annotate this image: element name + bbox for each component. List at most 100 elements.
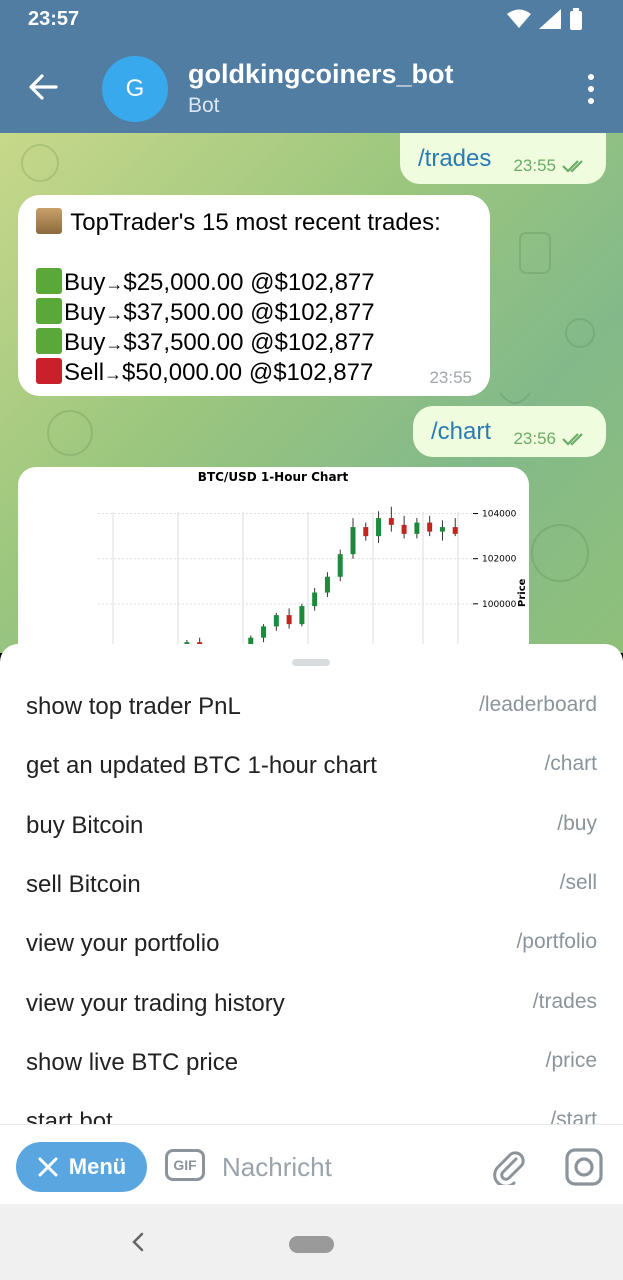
y-tick-label: 104000 <box>482 510 517 520</box>
command-item[interactable]: view your trading history /trades <box>0 976 623 1035</box>
command-description: view your portfolio <box>26 930 220 957</box>
trade-row: Buy→$37,500.00 @$102,877 <box>36 328 375 357</box>
trade-arrow: → <box>105 334 124 354</box>
chat-area[interactable]: /trades 23:55 TopTrader's 15 most recent… <box>0 133 623 653</box>
candlestick-chart: BTC/USD 1-Hour Chart 9800010000010200010… <box>98 470 528 653</box>
avatar-letter: G <box>125 75 145 102</box>
command-item[interactable]: view your portfolio /portfolio <box>0 916 623 975</box>
trade-amount: $37,500.00 <box>123 299 244 326</box>
double-check-icon <box>562 433 583 446</box>
trade-row: Sell→$50,000.00 @$102,877 <box>36 358 373 387</box>
wifi-icon <box>507 9 531 28</box>
command-name: /price <box>545 1049 597 1072</box>
home-pill[interactable] <box>289 1236 334 1253</box>
trade-price: @$102,877 <box>250 299 375 326</box>
command-name: /portfolio <box>516 930 597 953</box>
status-bar: 23:57 <box>0 0 623 38</box>
bot-commands-sheet[interactable]: show top trader PnL /leaderboard get an … <box>0 644 623 1124</box>
candle-body <box>427 522 433 532</box>
message-time: 23:56 <box>513 429 556 448</box>
command-item[interactable]: show top trader PnL /leaderboard <box>0 679 623 738</box>
chart-candles <box>122 506 458 653</box>
chat-subtitle: Bot <box>188 94 220 117</box>
trade-price: @$102,877 <box>250 329 375 356</box>
close-icon <box>38 1157 58 1177</box>
candle-body <box>363 527 369 537</box>
candle-body <box>350 527 356 555</box>
trade-amount: $50,000.00 <box>122 359 243 386</box>
message-text: /trades <box>418 145 492 172</box>
command-item[interactable]: sell Bitcoin /sell <box>0 857 623 916</box>
message-input-bar: Menü GIF <box>0 1124 623 1204</box>
candle-body <box>261 626 267 638</box>
double-check-icon <box>562 160 583 173</box>
candle-body <box>286 615 292 625</box>
chart-ylabel: Price <box>517 578 528 607</box>
trade-price: @$102,877 <box>248 359 374 386</box>
signal-icon <box>539 9 561 29</box>
bot-menu-button[interactable]: Menü <box>16 1142 147 1192</box>
command-name: /chart <box>544 752 597 775</box>
menu-button-label: Menü <box>68 1154 127 1179</box>
sheet-handle[interactable] <box>292 659 330 666</box>
candle-body <box>337 554 343 577</box>
chevron-left-icon[interactable] <box>128 1230 148 1254</box>
avatar[interactable]: G <box>102 56 168 122</box>
command-name: /buy <box>557 812 597 835</box>
arrow-left-icon[interactable] <box>26 70 60 104</box>
trade-amount: $37,500.00 <box>123 329 244 356</box>
chat-title[interactable]: goldkingcoiners_bot <box>188 59 454 90</box>
command-name: /start <box>550 1108 597 1124</box>
y-tick-label: 100000 <box>482 600 517 610</box>
message-meta: 23:55 <box>513 156 588 176</box>
trades-header: TopTrader's 15 most recent trades: <box>36 208 441 237</box>
chart-image-message[interactable]: BTC/USD 1-Hour Chart 9800010000010200010… <box>18 467 529 653</box>
status-icons <box>507 8 583 30</box>
trade-row: Buy→$25,000.00 @$102,877 <box>36 268 375 297</box>
green-book-icon <box>36 328 62 354</box>
candle-body <box>324 576 330 593</box>
candle-body <box>312 592 318 607</box>
chart-y-ticks: 98000100000102000104000 <box>473 510 517 653</box>
command-item[interactable]: get an updated BTC 1-hour chart /chart <box>0 738 623 797</box>
command-description: buy Bitcoin <box>26 812 144 839</box>
paperclip-icon[interactable] <box>490 1147 528 1185</box>
candle-body <box>401 524 407 534</box>
battery-icon <box>570 8 582 30</box>
trade-row: Buy→$37,500.00 @$102,877 <box>36 298 375 327</box>
system-nav-bar <box>0 1204 623 1280</box>
trade-arrow: → <box>105 274 124 294</box>
command-item[interactable]: start bot /start <box>0 1094 623 1124</box>
command-description: show live BTC price <box>26 1049 239 1076</box>
trade-side: Buy <box>64 329 106 356</box>
message-meta: 23:56 <box>513 429 588 449</box>
candle-body <box>376 518 382 537</box>
red-book-icon <box>36 358 62 384</box>
trade-price: @$102,877 <box>250 269 375 296</box>
candle-body <box>273 615 279 627</box>
y-tick-label: 102000 <box>482 555 517 565</box>
green-book-icon <box>36 268 62 294</box>
outgoing-message[interactable]: /chart 23:56 <box>413 406 606 457</box>
incoming-message[interactable]: TopTrader's 15 most recent trades: Buy→$… <box>18 195 490 396</box>
scroll-icon <box>36 208 62 234</box>
chat-header: G goldkingcoiners_bot Bot <box>0 38 623 133</box>
message-text: /chart <box>431 418 492 445</box>
candle-body <box>452 527 458 534</box>
trade-side: Buy <box>64 299 106 326</box>
candle-body <box>439 527 445 532</box>
message-input[interactable] <box>222 1147 472 1187</box>
command-description: start bot <box>26 1108 113 1124</box>
more-vertical-icon[interactable] <box>585 74 597 104</box>
trade-side: Buy <box>64 269 106 296</box>
gif-icon[interactable]: GIF <box>165 1149 205 1181</box>
command-description: sell Bitcoin <box>26 871 141 898</box>
camera-icon[interactable] <box>564 1147 604 1187</box>
command-item[interactable]: show live BTC price /price <box>0 1035 623 1094</box>
candle-body <box>388 518 394 525</box>
candle-body <box>414 522 420 534</box>
command-item[interactable]: buy Bitcoin /buy <box>0 798 623 857</box>
trade-amount: $25,000.00 <box>123 269 244 296</box>
outgoing-message[interactable]: /trades 23:55 <box>400 133 606 184</box>
message-time: 23:55 <box>513 156 556 175</box>
